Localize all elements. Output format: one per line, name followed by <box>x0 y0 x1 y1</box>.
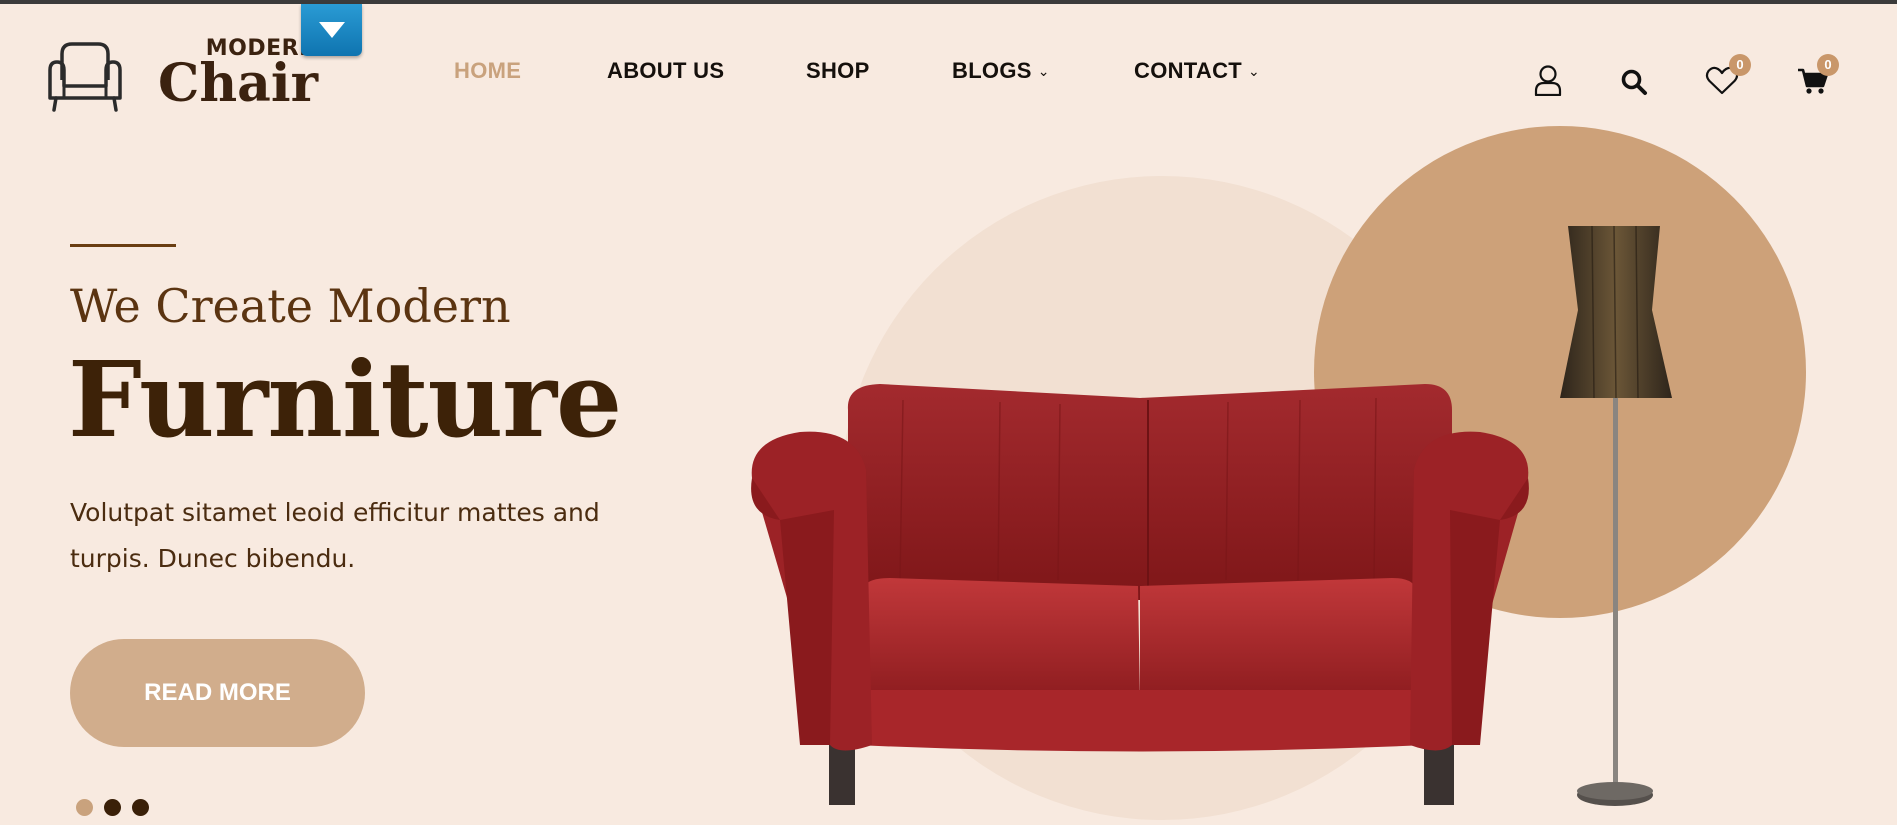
hero-subtitle: We Create Modern <box>70 279 511 333</box>
slide-dot-3[interactable] <box>132 799 149 816</box>
hero-description: Volutpat sitamet leoid efficitur mattes … <box>70 498 600 573</box>
read-more-button[interactable]: READ MORE <box>70 639 365 747</box>
slide-dot-1[interactable] <box>76 799 93 816</box>
hero-title: Furniture <box>68 338 622 461</box>
hero-accent-line <box>70 244 176 247</box>
slide-dot-2[interactable] <box>104 799 121 816</box>
red-leather-sofa-image <box>751 384 1529 805</box>
